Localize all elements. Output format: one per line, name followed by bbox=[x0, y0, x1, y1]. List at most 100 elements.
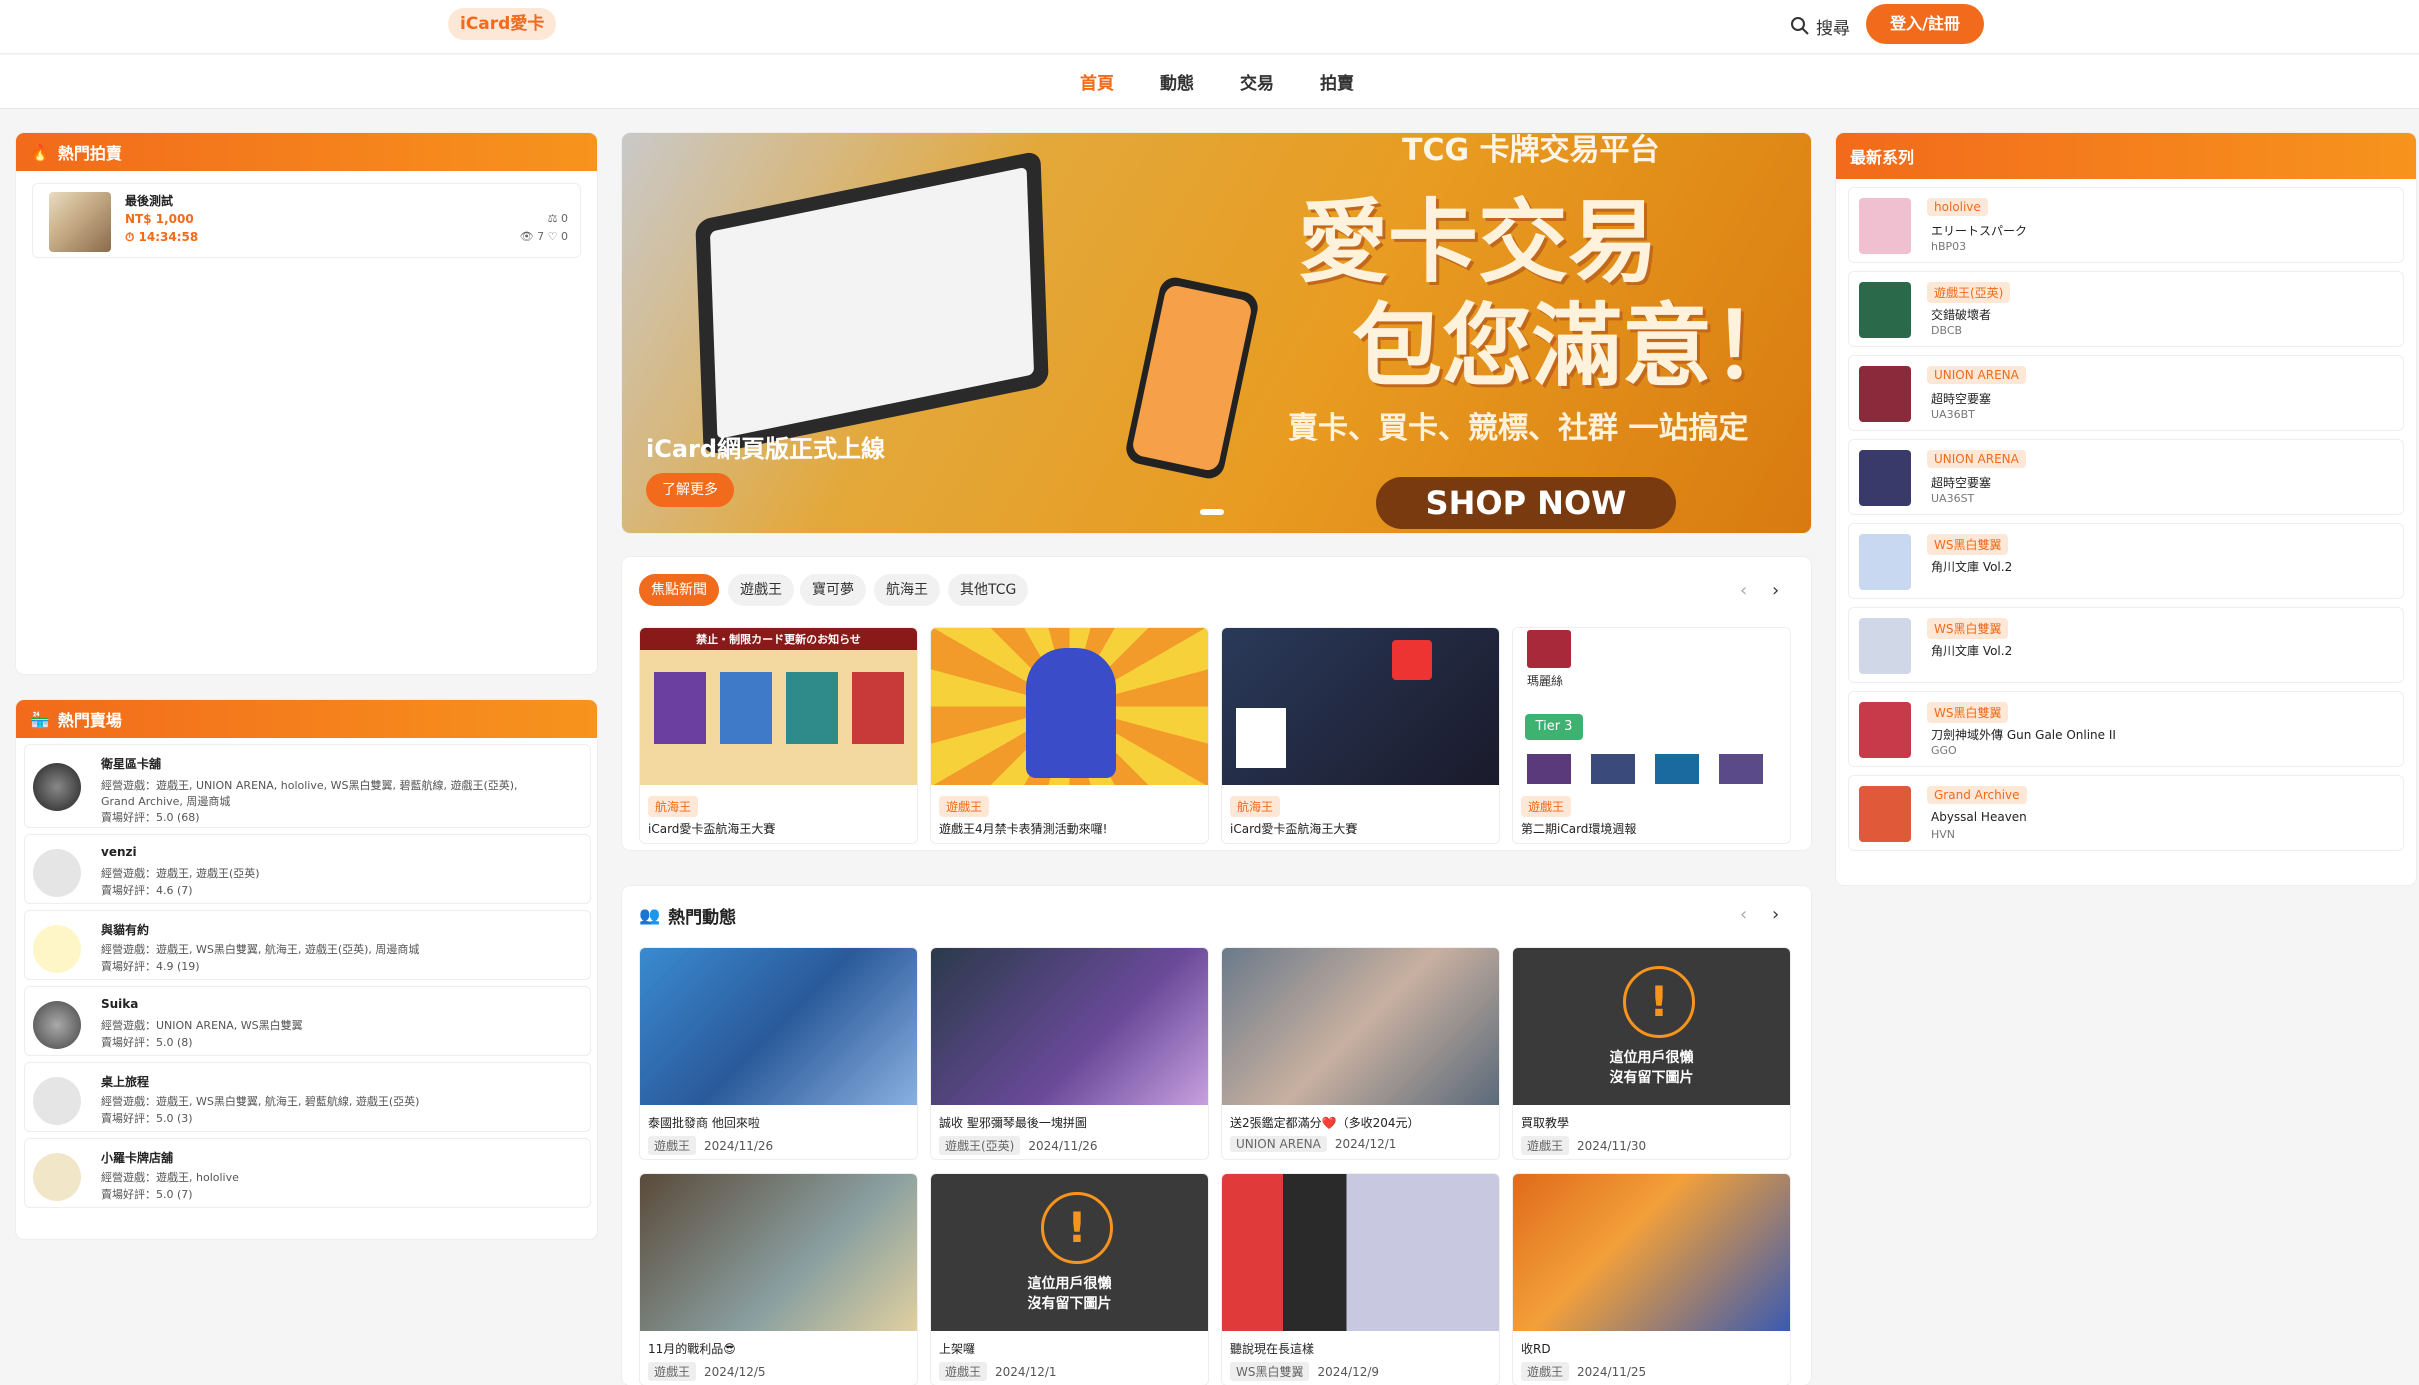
series-image bbox=[1859, 282, 1911, 338]
feed-post-card[interactable]: 聽說現在長這樣 WS黑白雙翼 2024/12/9 bbox=[1221, 1173, 1500, 1385]
series-name: 交錯破壞者 bbox=[1931, 308, 1992, 322]
news-title: 遊戲王4月禁卡表猜測活動來囉! bbox=[939, 822, 1108, 836]
card-art bbox=[654, 672, 706, 744]
shop-item[interactable]: 與貓有約 經營遊戲：遊戲王, WS黑白雙翼, 航海王, 遊戲王(亞英), 周邊商… bbox=[24, 910, 591, 980]
shop-rating: 賣場好評：4.9 (19) bbox=[101, 960, 200, 973]
series-list: hololive エリートスパーク hBP03 遊戲王(亞英) 交錯破壞者 DBCB UNI… bbox=[1836, 187, 2416, 851]
series-code: UA36BT bbox=[1931, 408, 1975, 421]
series-item[interactable]: Grand Archive Abyssal Heaven HVN bbox=[1848, 775, 2404, 851]
news-title: 第二期iCard環境週報 bbox=[1521, 822, 1637, 836]
series-tag: hololive bbox=[1927, 198, 1988, 216]
post-title: 上架囉 bbox=[939, 1342, 976, 1356]
series-item[interactable]: WS黑白雙翼 角川文庫 Vol.2 bbox=[1848, 607, 2404, 683]
shop-avatar bbox=[33, 1153, 81, 1201]
auction-stats: 👁 7 ♡ 0 bbox=[520, 230, 568, 243]
learn-more-button[interactable]: 了解更多 bbox=[646, 473, 734, 507]
shop-item[interactable]: 衛星區卡舖 經營遊戲：遊戲王, UNION ARENA, hololive, W… bbox=[24, 744, 591, 828]
news-tag: 航海王 bbox=[648, 796, 699, 817]
post-meta: 遊戲王 2024/11/25 bbox=[1521, 1362, 1646, 1381]
tab-other-tcg[interactable]: 其他TCG bbox=[948, 574, 1029, 606]
news-card[interactable]: 遊戲王 遊戲王4月禁卡表猜測活動來囉! bbox=[930, 627, 1209, 844]
feed-post-card[interactable]: 收RD 遊戲王 2024/11/25 bbox=[1512, 1173, 1791, 1385]
news-card[interactable]: 瑪麗絲 Tier 3 遊戲王 第二期iCard環境週報 bbox=[1512, 627, 1791, 844]
series-name: 角川文庫 Vol.2 bbox=[1931, 644, 2013, 658]
news-card[interactable]: 航海王 iCard愛卡盃航海王大賽 bbox=[1221, 627, 1500, 844]
shop-item[interactable]: 桌上旅程 經營遊戲：遊戲王, WS黑白雙翼, 航海王, 碧藍航線, 遊戲王(亞英… bbox=[24, 1062, 591, 1132]
auction-thumbnail bbox=[49, 192, 111, 252]
post-tag: 遊戲王(亞英) bbox=[939, 1136, 1021, 1155]
hero-banner[interactable]: TCG 卡牌交易平台 愛卡交易 包您滿意！ 賣卡、買卡、競標、社群 一站搞定 S… bbox=[622, 133, 1811, 533]
series-image bbox=[1859, 702, 1911, 758]
nav-home[interactable]: 首頁 bbox=[1080, 69, 1114, 94]
series-code: HVN bbox=[1931, 828, 1956, 841]
latest-series-panel: 最新系列 hololive エリートスパーク hBP03 遊戲王(亞英) 交錯破壞者 DB… bbox=[1836, 133, 2416, 885]
feed-post-card[interactable]: 送2張鑑定都滿分❤️（多收204元） UNION ARENA 2024/12/1 bbox=[1221, 947, 1500, 1160]
news-next-arrow[interactable]: › bbox=[1772, 580, 1779, 601]
site-logo[interactable]: iCard愛卡 bbox=[448, 8, 557, 40]
login-button[interactable]: 登入/註冊 bbox=[1866, 4, 1984, 44]
news-card[interactable]: 禁止・制限カード更新のお知らせ 航海王 iCard愛卡盃航海王大賽 bbox=[639, 627, 918, 844]
search-button[interactable]: 搜尋 bbox=[1790, 12, 1850, 40]
banner-headline-2: 包您滿意！ bbox=[1352, 294, 1802, 399]
shop-item[interactable]: venzi 經營遊戲：遊戲王, 遊戲王(亞英) 賣場好評：4.6 (7) bbox=[24, 834, 591, 904]
shop-rating: 賣場好評：5.0 (8) bbox=[101, 1036, 193, 1049]
tab-onepiece[interactable]: 航海王 bbox=[874, 574, 940, 606]
tab-focus-news[interactable]: 焦點新聞 bbox=[639, 574, 719, 606]
news-image: 瑪麗絲 Tier 3 bbox=[1513, 628, 1790, 785]
news-image-title: 禁止・制限カード更新のお知らせ bbox=[696, 633, 861, 646]
nav-trade[interactable]: 交易 bbox=[1240, 69, 1274, 94]
nav-auction[interactable]: 拍賣 bbox=[1320, 69, 1354, 94]
series-item[interactable]: WS黑白雙翼 刀劍神域外傳 Gun Gale Online II GGO bbox=[1848, 691, 2404, 767]
post-tag: 遊戲王 bbox=[648, 1362, 697, 1381]
fire-icon: 🔥 bbox=[30, 142, 50, 162]
post-image bbox=[931, 948, 1208, 1105]
series-name: 超時空要塞 bbox=[1931, 476, 1992, 490]
news-prev-arrow[interactable]: ‹ bbox=[1740, 580, 1747, 601]
tab-pokemon[interactable]: 寶可夢 bbox=[800, 574, 866, 606]
laptop-image bbox=[695, 150, 1049, 456]
shop-name: Suika bbox=[101, 997, 139, 1011]
auction-item[interactable]: 最後測試 NT$ 1,000 ⏱ 14:34:58 ⚖ 0 👁 7 ♡ 0 bbox=[32, 183, 581, 258]
series-item[interactable]: UNION ARENA 超時空要塞 UA36ST bbox=[1848, 439, 2404, 515]
shop-avatar bbox=[33, 1077, 81, 1125]
tab-yugioh[interactable]: 遊戲王 bbox=[728, 574, 794, 606]
shop-rating: 賣場好評：5.0 (3) bbox=[101, 1112, 193, 1125]
shop-games: 經營遊戲：遊戲王, UNION ARENA, hololive, WS黑白雙翼,… bbox=[101, 779, 518, 792]
hot-auction-panel: 🔥 熱門拍賣 最後測試 NT$ 1,000 ⏱ 14:34:58 ⚖ 0 👁 7 … bbox=[16, 133, 597, 674]
shop-now-button[interactable]: SHOP NOW bbox=[1376, 477, 1676, 529]
feed-next-arrow[interactable]: › bbox=[1772, 904, 1779, 925]
banner-caption: iCard網頁版正式上線 bbox=[646, 435, 886, 463]
series-image bbox=[1859, 534, 1911, 590]
feed-post-card[interactable]: 泰國批發商 他回來啦 遊戲王 2024/11/26 bbox=[639, 947, 918, 1160]
series-image bbox=[1859, 366, 1911, 422]
feed-prev-arrow[interactable]: ‹ bbox=[1740, 904, 1747, 925]
series-item[interactable]: 遊戲王(亞英) 交錯破壞者 DBCB bbox=[1848, 271, 2404, 347]
series-code: GGO bbox=[1931, 744, 1957, 757]
feed-post-card[interactable]: 11月的戰利品😎 遊戲王 2024/12/5 bbox=[639, 1173, 918, 1385]
auction-timer: ⏱ 14:34:58 bbox=[125, 230, 199, 244]
news-title: iCard愛卡盃航海王大賽 bbox=[648, 822, 776, 836]
post-date: 2024/12/9 bbox=[1317, 1364, 1380, 1379]
shop-avatar bbox=[33, 763, 81, 811]
carousel-dot[interactable] bbox=[1200, 509, 1224, 515]
shop-item[interactable]: 小羅卡牌店舖 經營遊戲：遊戲王, hololive 賣場好評：5.0 (7) bbox=[24, 1138, 591, 1208]
series-tag: Grand Archive bbox=[1927, 786, 2027, 804]
series-item[interactable]: UNION ARENA 超時空要塞 UA36BT bbox=[1848, 355, 2404, 431]
nav-feed[interactable]: 動態 bbox=[1160, 69, 1194, 94]
series-item[interactable]: hololive エリートスパーク hBP03 bbox=[1848, 187, 2404, 263]
banner-top-text: TCG 卡牌交易平台 bbox=[1402, 133, 1660, 168]
news-tag: 航海王 bbox=[1230, 796, 1281, 817]
series-item[interactable]: WS黑白雙翼 角川文庫 Vol.2 bbox=[1848, 523, 2404, 599]
hot-auction-title: 熱門拍賣 bbox=[57, 144, 122, 163]
post-title: 收RD bbox=[1521, 1342, 1551, 1356]
feed-post-card[interactable]: ! 這位用戶很懶 沒有留下圖片 上架囉 遊戲王 2024/12/1 bbox=[930, 1173, 1209, 1385]
feed-post-card[interactable]: ! 這位用戶很懶 沒有留下圖片 買取教學 遊戲王 2024/11/30 bbox=[1512, 947, 1791, 1160]
post-tag: 遊戲王 bbox=[648, 1136, 697, 1155]
series-image bbox=[1859, 450, 1911, 506]
switch-image bbox=[1392, 640, 1432, 680]
hot-shops-panel: 🏪 熱門賣場 衛星區卡舖 經營遊戲：遊戲王, UNION ARENA, holol… bbox=[16, 700, 597, 1239]
post-title: 買取教學 bbox=[1521, 1116, 1570, 1130]
feed-post-card[interactable]: 誠收 聖邪彌琴最後一塊拼圖 遊戲王(亞英) 2024/11/26 bbox=[930, 947, 1209, 1160]
shop-item[interactable]: Suika 經營遊戲：UNION ARENA, WS黑白雙翼 賣場好評：5.0 … bbox=[24, 986, 591, 1056]
post-tag: WS黑白雙翼 bbox=[1230, 1362, 1310, 1381]
